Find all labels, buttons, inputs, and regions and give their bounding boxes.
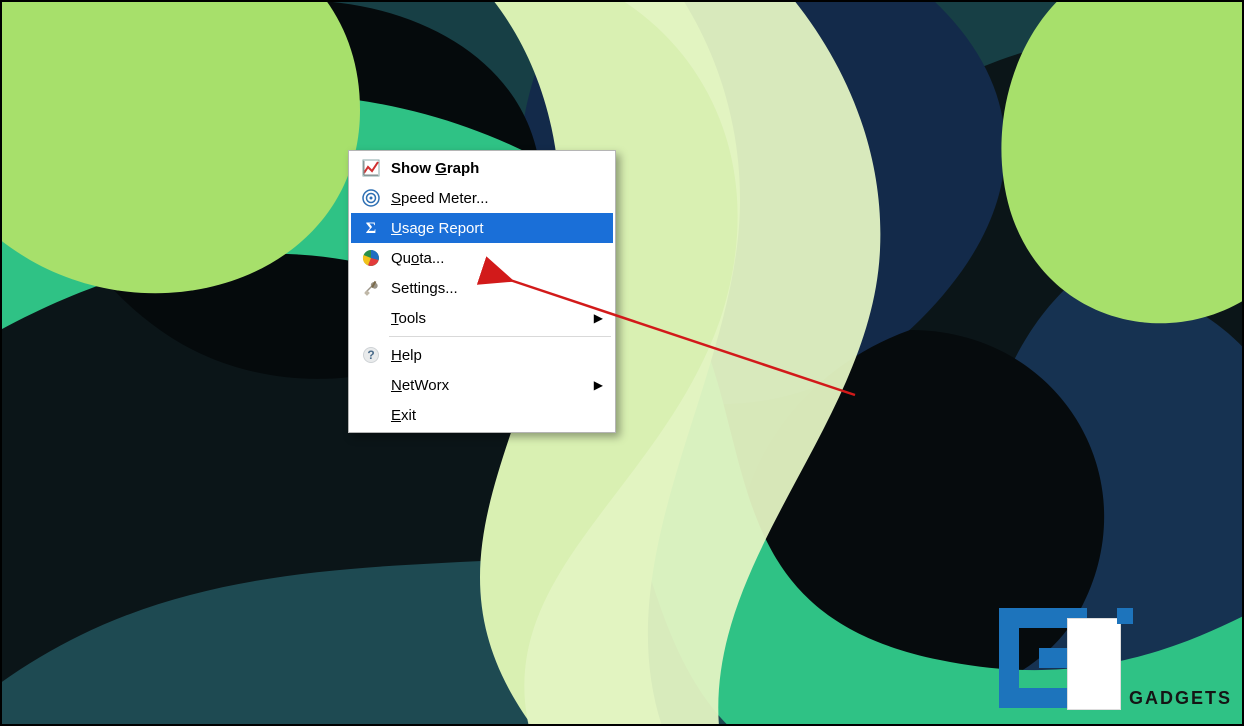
blank-icon (357, 371, 385, 399)
menu-separator (389, 336, 611, 337)
menu-item-label: Quota... (391, 250, 593, 267)
menu-item-label: Settings... (391, 280, 593, 297)
submenu-arrow-icon: ▶ (594, 378, 603, 392)
networx-tray-context-menu[interactable]: Show Graph Speed Meter... Σ Usage Report Quo… (348, 150, 616, 433)
blank-icon (357, 304, 385, 332)
menu-item-usage-report[interactable]: Σ Usage Report (351, 213, 613, 243)
menu-item-label: Usage Report (391, 220, 593, 237)
submenu-arrow-icon: ▶ (594, 311, 603, 325)
svg-text:Σ: Σ (366, 220, 376, 237)
menu-item-label: Help (391, 347, 593, 364)
chart-icon (357, 154, 385, 182)
sigma-icon: Σ (357, 214, 385, 242)
menu-item-exit[interactable]: Exit (351, 400, 613, 430)
menu-item-networx[interactable]: NetWorx▶ (351, 370, 613, 400)
menu-item-label: Exit (391, 407, 593, 424)
menu-item-help[interactable]: ? Help (351, 340, 613, 370)
wrench-icon (357, 274, 385, 302)
target-icon (357, 184, 385, 212)
menu-item-settings[interactable]: Settings... (351, 273, 613, 303)
menu-item-show-graph[interactable]: Show Graph (351, 153, 613, 183)
menu-item-label: Speed Meter... (391, 190, 593, 207)
desktop-wallpaper (0, 0, 1244, 726)
menu-item-label: Show Graph (391, 160, 593, 177)
menu-item-tools[interactable]: Tools▶ (351, 303, 613, 333)
menu-item-quota[interactable]: Quota... (351, 243, 613, 273)
blank-icon (357, 401, 385, 429)
menu-item-label: Tools (391, 310, 593, 327)
menu-item-label: NetWorx (391, 377, 593, 394)
help-icon: ? (357, 341, 385, 369)
menu-item-speed-meter[interactable]: Speed Meter... (351, 183, 613, 213)
pie-icon (357, 244, 385, 272)
svg-text:?: ? (367, 348, 374, 362)
